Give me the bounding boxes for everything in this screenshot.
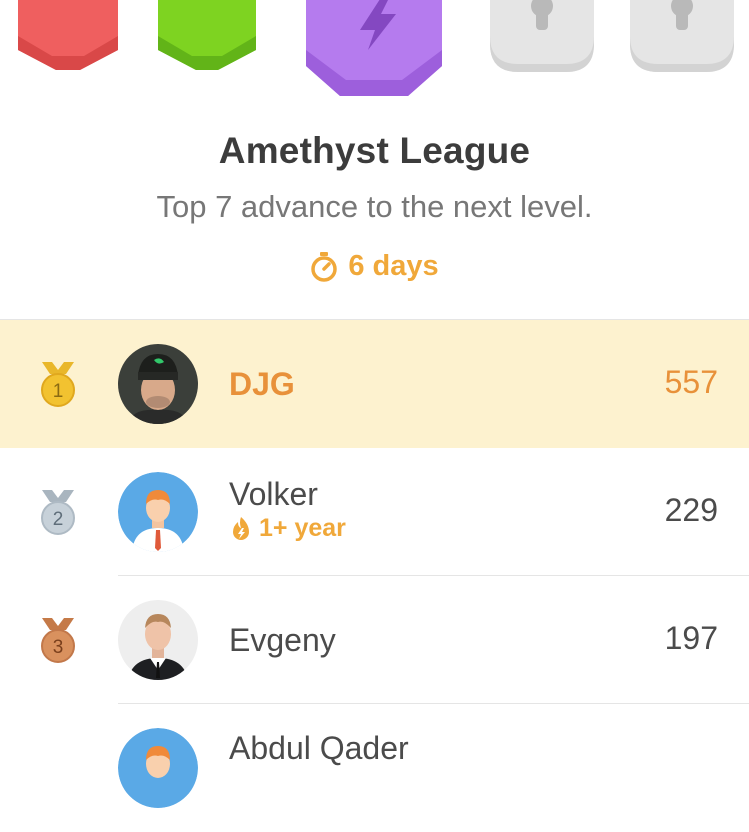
locked-league-badge[interactable] bbox=[490, 0, 594, 72]
avatar[interactable] bbox=[118, 600, 198, 680]
ruby-league-badge[interactable] bbox=[18, 0, 118, 70]
gold-medal-icon: 1 bbox=[41, 362, 75, 407]
rank-number: 2 bbox=[53, 509, 64, 530]
locked-league-badge[interactable] bbox=[630, 0, 734, 72]
leaderboard-row[interactable]: 2 Volker 1+ year 229 bbox=[0, 448, 749, 576]
xp-value: 557 bbox=[664, 364, 718, 400]
leaderboard-row[interactable]: Abdul Qader bbox=[0, 704, 749, 832]
xp-value: 197 bbox=[664, 620, 718, 656]
silver-medal-icon: 2 bbox=[41, 490, 75, 535]
user-name: Evgeny bbox=[229, 622, 336, 658]
league-title: Amethyst League bbox=[218, 130, 531, 171]
timer-label: 6 days bbox=[348, 250, 439, 282]
streak-badge: 1+ year bbox=[229, 514, 346, 543]
amethyst-league-badge[interactable] bbox=[306, 0, 442, 96]
league-badges bbox=[0, 0, 749, 110]
leaderboard-row[interactable]: 3 Evgeny 197 bbox=[0, 576, 749, 704]
stopwatch-icon bbox=[311, 251, 338, 282]
user-name: Volker bbox=[229, 476, 318, 512]
avatar[interactable] bbox=[118, 728, 198, 808]
leaderboard-row-current-user[interactable]: 1 DJG 557 bbox=[0, 320, 749, 448]
rank-number: 1 bbox=[53, 381, 64, 402]
user-name: Abdul Qader bbox=[229, 730, 409, 766]
emerald-league-badge[interactable] bbox=[158, 0, 256, 70]
bronze-medal-icon: 3 bbox=[41, 618, 75, 663]
league-subtitle: Top 7 advance to the next level. bbox=[156, 189, 593, 224]
avatar[interactable] bbox=[118, 344, 198, 424]
fire-icon bbox=[233, 516, 249, 540]
league-timer: 6 days bbox=[0, 250, 749, 283]
rank-number: 3 bbox=[53, 637, 64, 658]
avatar[interactable] bbox=[118, 472, 198, 552]
user-name: DJG bbox=[229, 366, 295, 402]
streak-label: 1+ year bbox=[259, 514, 346, 542]
xp-value: 229 bbox=[664, 492, 718, 528]
